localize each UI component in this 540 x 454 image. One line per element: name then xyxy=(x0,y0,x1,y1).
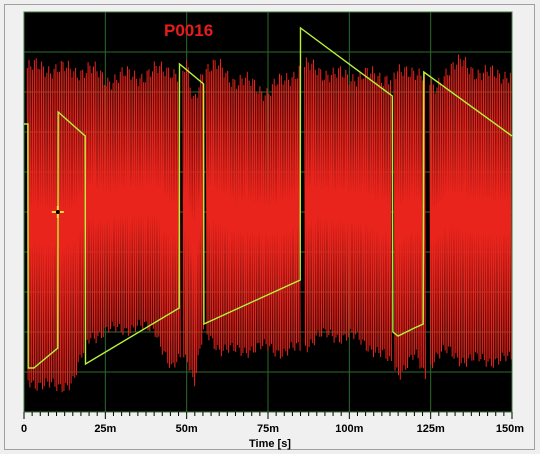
x-axis-tick-labels: 0 25m 50m 75m 100m 125m 150m xyxy=(21,423,524,435)
x-tick-label: 0 xyxy=(21,423,27,435)
waveform-chart: 0 25m 50m 75m 100m 125m 150m P0016 Time [s] xyxy=(21,11,524,450)
x-tick-label: 125m xyxy=(417,423,445,435)
x-tick-label: 50m xyxy=(176,423,198,435)
x-axis-label: Time [s] xyxy=(249,438,291,450)
x-tick-label: 100m xyxy=(335,423,363,435)
x-tick-label: 150m xyxy=(496,423,524,435)
x-tick-label: 75m xyxy=(257,423,279,435)
cursor-center xyxy=(55,210,60,214)
oscilloscope-window: 0 25m 50m 75m 100m 125m 150m P0016 Time [s] xyxy=(0,0,540,454)
chart-title: P0016 xyxy=(164,21,213,40)
x-tick-label: 25m xyxy=(94,423,116,435)
x-axis-ticks xyxy=(23,412,513,419)
